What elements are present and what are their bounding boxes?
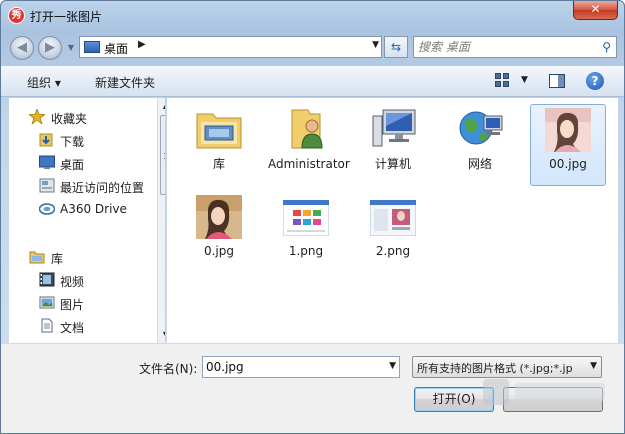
file-name: Administrator — [268, 157, 350, 171]
search-input[interactable] — [418, 39, 596, 55]
app-logo-icon: 秀 — [8, 7, 25, 24]
chevron-down-icon[interactable]: ▼ — [590, 361, 597, 371]
user-folder-icon — [282, 106, 330, 153]
window-title: 打开一张图片 — [30, 10, 103, 24]
filename-label: 文件名(N): — [139, 362, 198, 376]
star-icon — [27, 107, 47, 126]
forward-button[interactable]: ▶ — [38, 36, 62, 60]
sidebar-item-desktop[interactable]: 桌面 — [9, 153, 151, 173]
sidebar-item-label: 收藏夹 — [51, 112, 88, 126]
history-dropdown-button[interactable]: ▼ — [65, 41, 77, 55]
navigation-pane: 收藏夹 下载 桌面 最近访问的位置 A360 Drive 库 视频 图片 文档 — [9, 98, 166, 343]
new-folder-button[interactable]: 新建文件夹 — [95, 74, 155, 91]
file-name: 2.png — [375, 244, 411, 258]
scroll-down-icon[interactable]: ▼ — [158, 327, 165, 343]
file-item-network[interactable]: 网络 — [442, 102, 518, 184]
file-item-00-jpg[interactable]: 00.jpg — [530, 104, 606, 186]
desktop-icon — [39, 155, 55, 170]
scroll-up-icon[interactable]: ▲ — [158, 98, 165, 114]
search-box[interactable]: ⚲ — [413, 36, 617, 58]
image-thumbnail-icon — [545, 108, 591, 155]
file-item-0-jpg[interactable]: 0.jpg — [181, 192, 257, 274]
sidebar-item-label: 下载 — [60, 135, 85, 149]
pictures-icon — [39, 295, 55, 310]
cloud-drive-icon — [38, 201, 56, 216]
sidebar-item-label: 最近访问的位置 — [60, 181, 145, 195]
video-icon — [39, 272, 55, 287]
file-name: 库 — [212, 157, 225, 171]
sidebar-item-a360-drive[interactable]: A360 Drive — [9, 199, 151, 219]
file-item-1-png[interactable]: 1.png — [268, 192, 344, 274]
sidebar-item-pictures[interactable]: 图片 — [9, 293, 151, 313]
preview-pane-icon[interactable] — [549, 74, 565, 88]
organize-menu-button[interactable]: 组织 ▾ — [27, 74, 61, 91]
sidebar-item-label: 桌面 — [60, 158, 85, 172]
navigation-scrollbar[interactable]: ▲ ▼ — [157, 98, 165, 343]
chevron-down-icon[interactable]: ▼ — [389, 361, 396, 371]
address-bar[interactable]: 桌面 ▶ ▼ — [79, 36, 382, 58]
file-list-pane: 库 Administrator 计算机 网络 00.jpg 0.jpg 1.pn… — [167, 98, 618, 343]
title-bar: 秀 打开一张图片 ✕ — [1, 1, 624, 31]
file-name: 1.png — [288, 244, 324, 258]
documents-icon — [39, 318, 55, 333]
view-options-dropdown-icon[interactable]: ▼ — [521, 75, 528, 85]
file-item-administrator[interactable]: Administrator — [268, 102, 350, 184]
file-item-2-png[interactable]: 2.png — [355, 192, 431, 274]
computer-icon — [369, 106, 417, 153]
sidebar-item-libraries[interactable]: 库 — [9, 247, 151, 267]
arrow-left-icon: ◀ — [17, 40, 27, 55]
refresh-button[interactable]: ⇆ — [384, 36, 408, 58]
sidebar-item-documents[interactable]: 文档 — [9, 316, 151, 336]
filename-combobox[interactable]: ▼ — [202, 356, 400, 378]
desktop-icon — [84, 41, 100, 53]
refresh-icon: ⇆ — [390, 40, 402, 54]
sidebar-item-label: 文档 — [60, 321, 85, 335]
library-folder-icon — [195, 106, 243, 153]
network-icon — [456, 106, 504, 153]
sidebar-item-favorites[interactable]: 收藏夹 — [9, 107, 151, 127]
help-icon[interactable]: ? — [586, 72, 604, 90]
grip-icon — [164, 153, 165, 159]
sidebar-item-label: 视频 — [60, 275, 85, 289]
watermark-logo — [479, 373, 611, 413]
back-button[interactable]: ◀ — [10, 36, 34, 60]
sidebar-item-videos[interactable]: 视频 — [9, 270, 151, 290]
file-name: 计算机 — [374, 157, 411, 171]
breadcrumb-location[interactable]: 桌面 — [104, 40, 128, 57]
sidebar-item-label: A360 Drive — [60, 202, 127, 216]
download-folder-icon — [39, 132, 55, 147]
breadcrumb-chevron-icon[interactable]: ▶ — [138, 39, 146, 50]
filename-input[interactable] — [206, 359, 376, 375]
sidebar-item-recent-places[interactable]: 最近访问的位置 — [9, 176, 151, 196]
toolbar: 组织 ▾ 新建文件夹 ▼ ? — [1, 65, 624, 97]
image-thumbnail-icon — [196, 195, 242, 242]
screenshot-thumbnail-icon — [369, 199, 417, 239]
open-image-dialog: 秀 打开一张图片 ✕ ◀ ▶ ▼ 桌面 ▶ ▼ ⇆ ⚲ 组织 ▾ 新建文件夹 ▼… — [0, 0, 625, 434]
screenshot-thumbnail-icon — [282, 199, 330, 239]
file-item-computer[interactable]: 计算机 — [355, 102, 431, 184]
scrollbar-thumb[interactable] — [160, 115, 165, 195]
file-name: 网络 — [467, 157, 492, 171]
sidebar-item-label: 图片 — [60, 298, 85, 312]
address-dropdown-icon[interactable]: ▼ — [372, 40, 379, 50]
library-icon — [29, 249, 45, 264]
close-button[interactable]: ✕ — [573, 1, 618, 20]
file-name: 0.jpg — [203, 244, 235, 258]
search-icon[interactable]: ⚲ — [602, 40, 611, 54]
arrow-right-icon: ▶ — [45, 40, 55, 55]
sidebar-item-downloads[interactable]: 下载 — [9, 130, 151, 150]
file-item-libraries[interactable]: 库 — [181, 102, 257, 184]
change-view-icon[interactable] — [495, 73, 511, 89]
file-name: 00.jpg — [549, 157, 587, 171]
recent-places-icon — [39, 178, 55, 193]
sidebar-item-label: 库 — [51, 252, 64, 266]
